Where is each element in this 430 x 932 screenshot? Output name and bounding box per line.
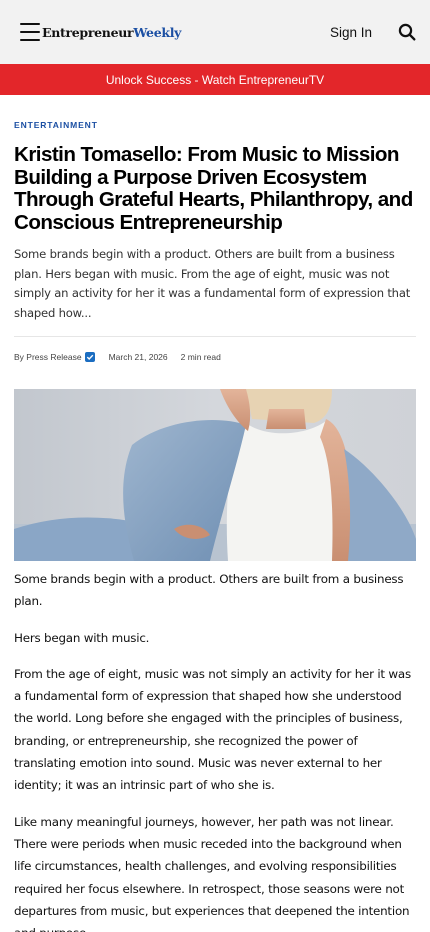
hero-illustration [14,389,416,561]
site-header: EntrepreneurWeekly Sign In [0,0,430,64]
article-category[interactable]: ENTERTAINMENT [14,120,416,130]
article: ENTERTAINMENT Kristin Tomasello: From Mu… [0,120,430,932]
article-paragraph: Hers began with music. [14,630,150,645]
article-body: Some brands begin with a product. Others… [14,568,416,932]
article-read-time: 2 min read [180,352,221,362]
verified-check-icon [84,352,95,362]
search-icon[interactable] [398,23,416,41]
hamburger-menu-icon[interactable] [20,23,40,41]
logo-text-accent: Weekly [133,24,182,40]
article-paragraph: From the age of eight, music was not sim… [14,666,411,793]
divider [14,336,416,337]
article-date: March 21, 2026 [108,352,168,362]
promo-banner-text: Unlock Success - Watch EntrepreneurTV [105,72,325,87]
logo-text-primary: Entrepreneur [42,24,134,40]
site-logo[interactable]: EntrepreneurWeekly [42,25,181,40]
article-author[interactable]: By Press Release [14,352,82,362]
article-title: Kristin Tomasello: From Music to Mission… [14,143,413,234]
promo-banner[interactable]: Unlock Success - Watch EntrepreneurTV [0,64,430,95]
article-paragraph: Some brands begin with a product. Others… [14,572,404,609]
sign-in-link[interactable]: Sign In [330,25,372,40]
article-hero-image [14,389,416,561]
article-meta: By Press Release March 21, 2026 2 min re… [14,352,416,362]
article-excerpt: Some brands begin with a product. Others… [14,247,411,320]
article-paragraph: Like many meaningful journeys, however, … [14,814,410,932]
